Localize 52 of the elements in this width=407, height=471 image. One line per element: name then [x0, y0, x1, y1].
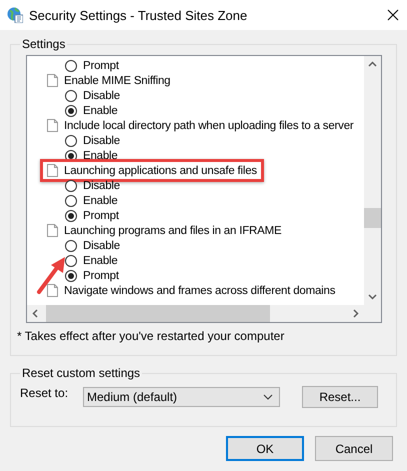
scroll-thumb[interactable]	[364, 208, 381, 228]
horizontal-scrollbar[interactable]	[27, 305, 364, 322]
radio-button[interactable]	[65, 240, 77, 252]
option-label: Prompt	[83, 60, 119, 72]
radio-button[interactable]	[65, 254, 77, 266]
dialog-button[interactable]: Cancel	[315, 436, 393, 461]
option-label: Prompt	[83, 270, 119, 282]
radio-button[interactable]	[65, 270, 77, 282]
document-icon	[47, 284, 58, 297]
dialog-button[interactable]: OK	[226, 436, 304, 461]
radio-button[interactable]	[65, 104, 77, 116]
vertical-scrollbar[interactable]	[364, 56, 381, 305]
annotation-arrow	[35, 255, 67, 295]
chevron-down-icon	[263, 394, 273, 400]
setting-label: Launching programs and files in an IFRAME	[64, 224, 282, 236]
scroll-up-icon[interactable]	[368, 60, 377, 69]
setting-label: Launching applications and unsafe files	[64, 164, 257, 176]
scroll-left-icon[interactable]	[31, 309, 40, 318]
scroll-right-icon[interactable]	[351, 309, 360, 318]
scroll-down-icon[interactable]	[368, 292, 377, 301]
document-icon	[47, 224, 58, 237]
group-label: Settings	[21, 37, 66, 51]
option-label: Disable	[83, 134, 120, 146]
setting-label: Enable MIME Sniffing	[64, 74, 170, 86]
setting-label: Include local directory path when uploading files to a server	[64, 120, 354, 132]
setting-label: Navigate windows and frames across different domains	[64, 284, 336, 296]
radio-button[interactable]	[65, 210, 77, 222]
window-title: Security Settings - Trusted Sites Zone	[29, 8, 248, 22]
option-label: Enable	[83, 254, 118, 266]
group-label: Reset custom settings	[21, 366, 142, 380]
globe-icon	[7, 7, 23, 23]
document-icon	[47, 74, 58, 87]
field-label: Reset to:	[20, 386, 70, 400]
option-label: Enable	[83, 194, 118, 206]
option-label: Enable	[83, 104, 118, 116]
close-icon[interactable]	[387, 9, 399, 21]
option-label: Enable	[83, 150, 118, 162]
option-label: Disable	[83, 90, 120, 102]
radio-button[interactable]	[65, 90, 77, 102]
level-dropdown[interactable]: Medium (default)	[83, 387, 280, 407]
option-label: Disable	[83, 180, 120, 192]
document-icon	[47, 164, 58, 177]
radio-button[interactable]	[65, 60, 77, 72]
reset-button[interactable]: Reset...	[302, 386, 378, 408]
footnote: * Takes effect after you've restarted your computer	[17, 329, 286, 343]
radio-button[interactable]	[65, 194, 77, 206]
settings-list[interactable]	[26, 55, 382, 323]
option-label: Prompt	[83, 210, 119, 222]
radio-button[interactable]	[65, 134, 77, 146]
option-label: Disable	[83, 240, 120, 252]
document-icon	[47, 119, 58, 132]
scroll-thumb[interactable]	[46, 305, 270, 322]
